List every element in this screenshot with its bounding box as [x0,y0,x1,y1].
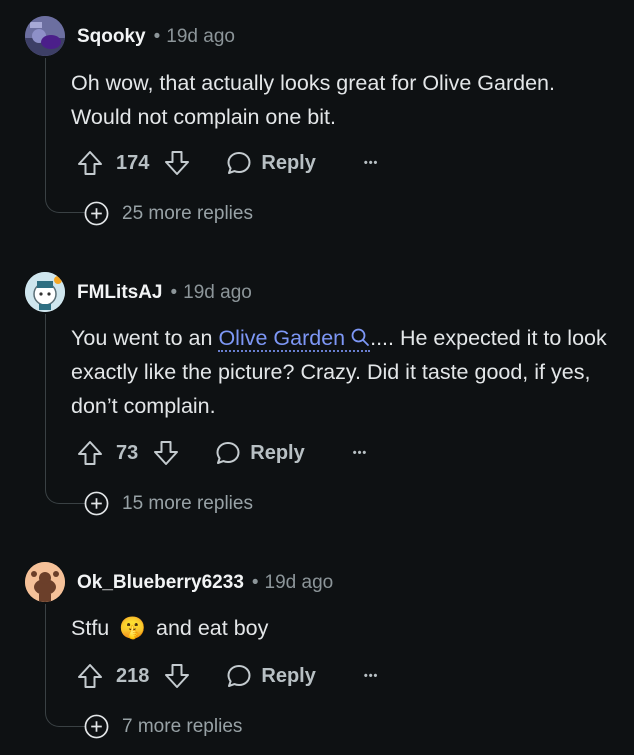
reply-label: Reply [261,664,316,687]
body-text-post: and eat boy [156,616,269,640]
shushing-face-emoji: 🤫 [119,616,147,640]
more-replies-button[interactable]: 15 more replies [84,491,253,516]
reply-button[interactable]: Reply [214,439,305,467]
meta-separator: • [251,572,259,593]
avatar[interactable] [25,562,65,602]
upvote-icon[interactable] [76,149,104,177]
comment-bubble-icon [214,439,242,467]
comment-actions: 73 Reply ••• [76,436,367,470]
more-replies-label: 25 more replies [122,202,253,224]
comment-bubble-icon [225,149,253,177]
avatar[interactable] [25,16,65,56]
comment-body: You went to an Olive Garden.... He expec… [71,321,616,423]
body-text-pre: You went to an [71,326,219,350]
comment-body: Oh wow, that actually looks great for Ol… [71,71,555,129]
plus-circle-icon [84,201,109,226]
comment-header: Sqooky • 19d ago [77,26,235,48]
avatar[interactable] [25,272,65,312]
timestamp: 19d ago [264,572,334,593]
avatar-image [25,562,65,602]
reply-button[interactable]: Reply [225,662,316,690]
username[interactable]: FMLitsAJ [77,282,163,303]
search-icon [351,328,370,346]
upvote-icon[interactable] [76,662,104,690]
avatar-image [25,16,65,56]
search-link[interactable]: Olive Garden [218,326,371,352]
search-link-label: Olive Garden [218,326,346,350]
plus-circle-icon [84,714,109,739]
overflow-menu-icon[interactable]: ••• [364,670,379,682]
more-replies-label: 15 more replies [122,492,253,514]
timestamp: 19d ago [183,282,252,303]
comment-actions: 174 Reply ••• [76,146,378,180]
more-replies-button[interactable]: 7 more replies [84,714,242,739]
plus-circle-icon [84,491,109,516]
comment-bubble-icon [225,662,253,690]
reply-label: Reply [261,151,316,174]
meta-separator: • [153,26,161,47]
downvote-icon[interactable] [163,149,191,177]
comment-header: Ok_Blueberry6233 • 19d ago [77,572,333,594]
meta-separator: • [170,282,178,303]
username[interactable]: Ok_Blueberry6233 [77,572,244,593]
more-replies-button[interactable]: 25 more replies [84,201,253,226]
upvote-icon[interactable] [76,439,104,467]
username[interactable]: Sqooky [77,26,146,47]
downvote-icon[interactable] [152,439,180,467]
vote-count: 73 [116,441,139,464]
reply-label: Reply [250,441,305,464]
body-text-pre: Stfu [71,616,110,640]
comment-header: FMLitsAJ • 19d ago [77,282,252,304]
avatar-image [25,272,65,312]
more-replies-label: 7 more replies [122,715,243,737]
comment-body: Stfu 🤫 and eat boy [71,611,616,645]
vote-count: 218 [116,664,150,687]
comment-actions: 218 Reply ••• [76,659,378,693]
timestamp: 19d ago [166,26,235,47]
reply-button[interactable]: Reply [225,149,316,177]
overflow-menu-icon[interactable]: ••• [353,447,368,459]
downvote-icon[interactable] [163,662,191,690]
overflow-menu-icon[interactable]: ••• [364,157,379,169]
vote-count: 174 [116,151,150,174]
